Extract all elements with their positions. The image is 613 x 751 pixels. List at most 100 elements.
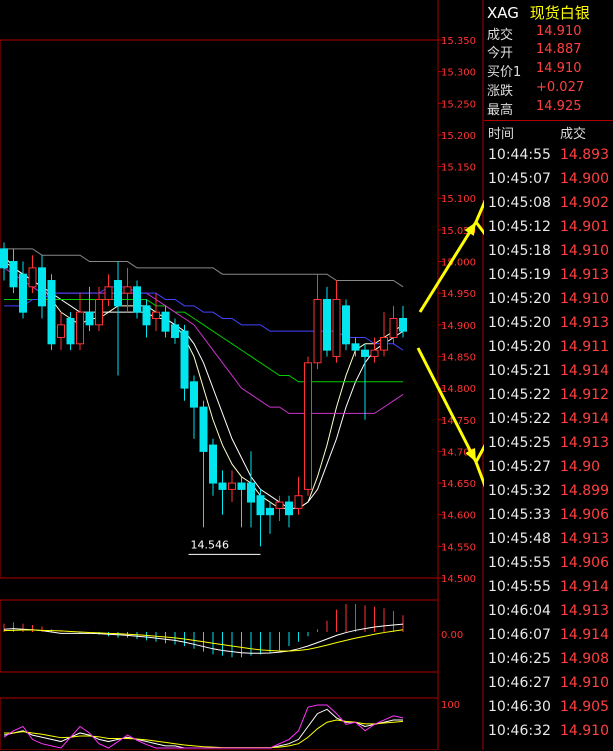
kdj-top-label: 100 [441,700,460,711]
tick-row: 10:44:55 14.893 [484,147,613,171]
tick-time: 10:46:25 [488,651,551,667]
tick-price: 14.900 [560,171,609,187]
y-tick-label: 14.850 [441,352,476,363]
tick-time: 10:45:20 [488,291,551,307]
candle-body [332,299,341,357]
tick-price: 14.914 [560,627,609,643]
quote-row: 最高 14.925 [487,99,582,118]
candle-body [304,362,312,490]
tick-price: 14.910 [560,675,609,691]
y-tick-label: 15.100 [441,194,476,205]
candle-body [323,299,331,351]
y-tick-label: 14.500 [441,574,476,585]
y-tick-label: 14.900 [441,321,476,332]
tick-time: 10:45:08 [488,195,551,211]
candle-body [266,507,274,516]
candle-body [9,261,18,288]
candle-body [95,299,103,326]
tick-price: 14.910 [560,723,609,739]
kdj-j-line [3,704,404,749]
candle-body [104,286,113,301]
quote-title: XAG 现货白银 [487,2,590,23]
candle-body [389,317,398,338]
tick-row: 10:45:20 14.913 [484,315,613,339]
tick-price: 14.913 [560,603,609,619]
tick-list[interactable]: 时间 成交 10:44:55 14.893 10:45:07 14.900 10:45:… [484,120,613,751]
candle-body [0,248,8,269]
low-annotation: 14.546 [191,538,230,551]
tick-time: 10:46:27 [488,675,551,691]
y-tick-label: 15.000 [441,258,476,269]
header-time: 时间 [488,127,515,142]
price-axis: 15.350 15.300 15.250 15.200 15.150 15.100 15.0… [438,36,476,585]
candle-body [38,267,46,307]
candle-body [47,280,56,345]
candle-body [123,286,132,294]
tick-price: 14.911 [560,339,609,355]
y-tick-label: 14.800 [441,384,476,395]
tick-price: 14.893 [560,147,609,163]
y-tick-label: 15.300 [441,68,476,79]
kdj-panel [3,704,404,749]
candle-body [237,482,246,490]
candle-body [275,501,284,509]
tick-row: 10:46:04 14.913 [484,603,613,627]
tick-time: 10:45:27 [488,459,551,475]
y-tick-label: 15.150 [441,163,476,174]
tick-time: 10:45:20 [488,315,551,331]
candle-body [342,305,350,345]
tick-time: 10:45:12 [488,219,551,235]
y-tick-label: 14.550 [441,542,476,553]
tick-time: 10:46:07 [488,627,551,643]
tick-price: 14.910 [560,291,609,307]
price-frame [0,39,439,579]
header-price: 成交 [560,127,587,142]
candle-body [294,495,303,509]
tick-time: 10:45:07 [488,171,551,187]
tick-row: 10:46:32 14.910 [484,723,613,747]
candle-body [370,349,379,357]
tick-row: 10:45:08 14.902 [484,195,613,219]
tick-row: 10:45:20 14.911 [484,339,613,363]
tick-time: 10:45:25 [488,435,551,451]
tick-time: 10:45:32 [488,483,551,499]
tick-price: 14.910 [560,243,609,259]
tick-time: 10:45:55 [488,555,551,571]
quote-row: 今开 14.887 [487,42,582,61]
tick-row: 10:45:25 14.913 [484,435,613,459]
candle-body [76,311,84,345]
candle-body [218,482,227,490]
candle-body [152,311,160,319]
candle-body [209,444,217,484]
tick-time: 10:45:55 [488,579,551,595]
y-tick-label: 14.650 [441,479,476,490]
tick-price: 14.899 [560,483,609,499]
candle-body [228,482,236,490]
tick-row: 10:45:12 14.901 [484,219,613,243]
candle-body [180,330,189,389]
tick-price: 14.902 [560,195,609,211]
candle-body [313,299,322,364]
quote-row: 成交 14.910 [487,24,582,43]
tick-price: 14.914 [560,411,609,427]
tick-header: 时间 成交 [484,123,613,145]
tick-price: 14.901 [560,219,609,235]
tick-row: 10:45:21 14.914 [484,363,613,387]
tick-price: 14.906 [560,555,609,571]
quote-panel: XAG 现货白银 成交 14.910 今开 14.887 买价1 14.910 涨跌 +… [484,0,613,120]
tick-row: 10:45:22 14.914 [484,411,613,435]
tick-row: 10:45:18 14.910 [484,243,613,267]
tick-row: 10:46:25 14.908 [484,651,613,675]
tick-row: 10:45:48 14.913 [484,531,613,555]
candle-body [285,501,293,516]
tick-price: 14.905 [560,699,609,715]
y-tick-label: 15.250 [441,99,476,110]
tick-row: 10:45:55 14.914 [484,579,613,603]
quote-row: 涨跌 +0.027 [487,80,585,99]
candle-body [399,317,407,332]
tick-row: 10:45:22 14.912 [484,387,613,411]
candle-body [66,317,75,345]
tick-row: 10:45:33 14.906 [484,507,613,531]
y-tick-label: 14.950 [441,289,476,300]
candle-body [199,406,208,452]
